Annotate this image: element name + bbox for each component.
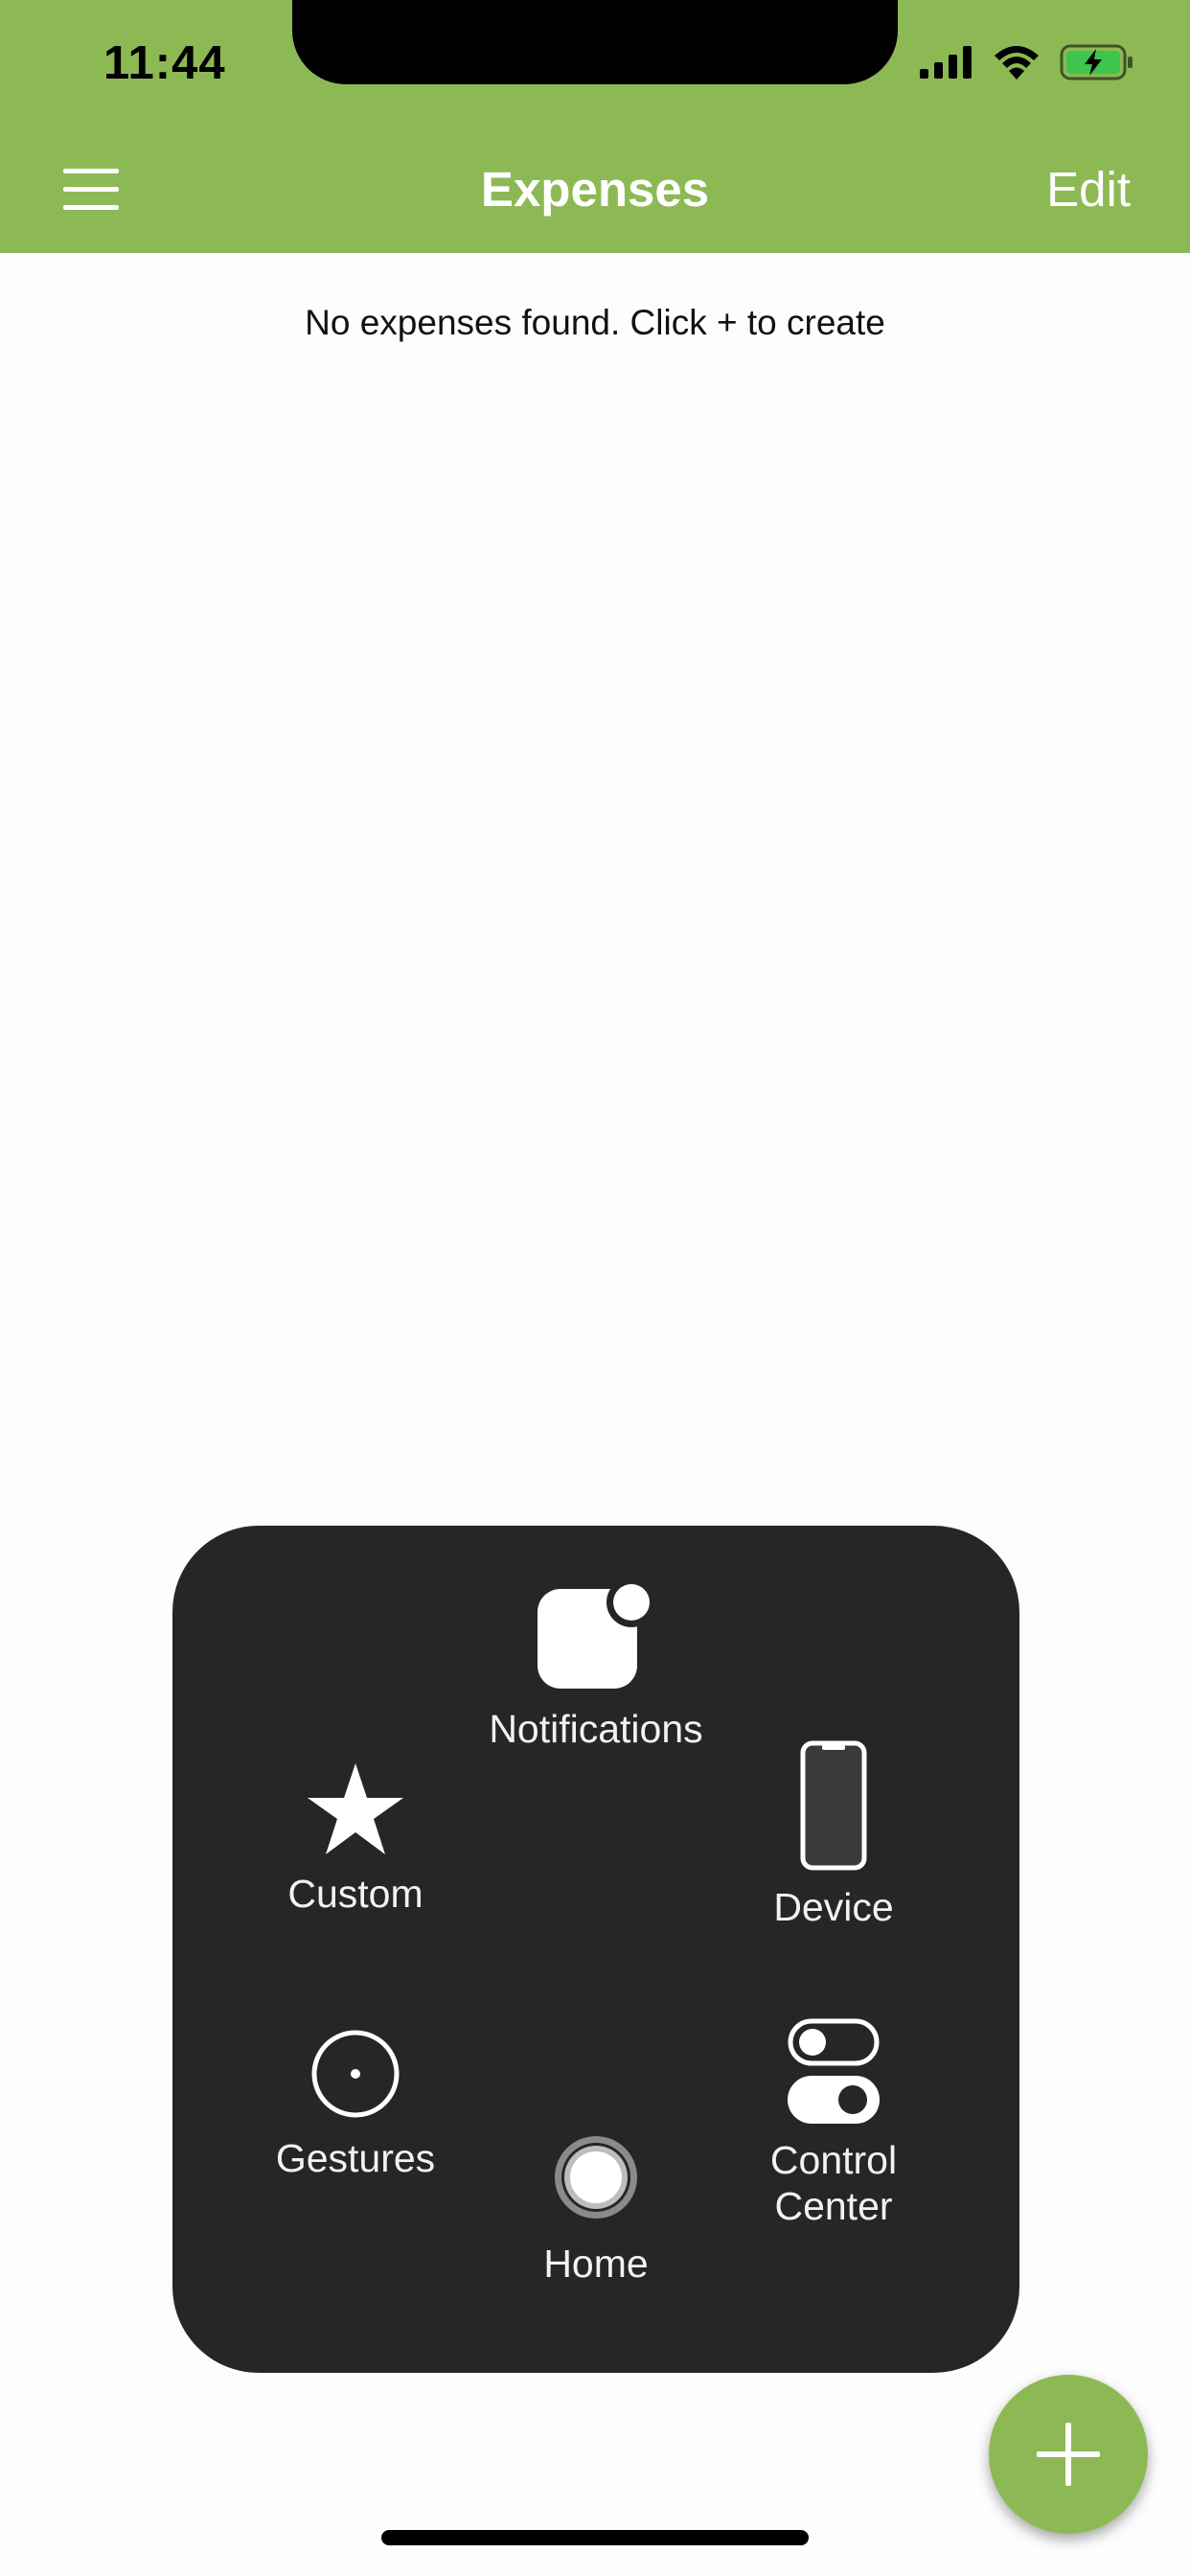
- at-item-notifications[interactable]: Notifications: [471, 1581, 721, 1752]
- status-time: 11:44: [103, 37, 226, 89]
- app-header: 11:44 Expenses Edit: [0, 0, 1190, 253]
- plus-icon: [1037, 2423, 1100, 2486]
- at-label-device: Device: [773, 1885, 894, 1929]
- at-label-notifications: Notifications: [489, 1707, 703, 1751]
- control-center-icon: [788, 2018, 880, 2124]
- device-phone-icon: [800, 1740, 867, 1871]
- at-label-custom: Custom: [287, 1872, 423, 1916]
- page-title: Expenses: [480, 162, 710, 217]
- cellular-signal-icon: [920, 46, 972, 79]
- expenses-screen: 11:44 Expenses Edit No expenses found. C…: [0, 0, 1190, 2576]
- notifications-icon: [538, 1581, 656, 1689]
- status-icons: [920, 44, 1134, 80]
- at-label-control-center: Control Center: [769, 2138, 898, 2228]
- at-label-gestures: Gestures: [275, 2136, 436, 2180]
- at-item-device[interactable]: Device: [709, 1740, 958, 1930]
- at-label-home: Home: [543, 2242, 649, 2286]
- at-item-gestures[interactable]: Gestures: [231, 2026, 480, 2181]
- empty-state-message: No expenses found. Click + to create: [305, 303, 885, 342]
- at-item-custom[interactable]: Custom: [231, 1761, 480, 1917]
- edit-button[interactable]: Edit: [1046, 161, 1131, 218]
- at-item-home[interactable]: Home: [471, 2133, 721, 2287]
- home-button-icon: [555, 2136, 637, 2219]
- at-item-control-center[interactable]: Control Center: [709, 2018, 958, 2229]
- battery-charging-icon: [1060, 44, 1133, 80]
- device-notch: [292, 0, 898, 84]
- home-indicator[interactable]: [381, 2530, 809, 2545]
- wifi-icon: [995, 46, 1039, 80]
- gestures-icon: [311, 2030, 400, 2118]
- assistive-touch-menu: Notifications Custom Device Gestures Con…: [172, 1526, 1019, 2373]
- add-expense-button[interactable]: [989, 2375, 1148, 2534]
- star-icon: [308, 1763, 403, 1854]
